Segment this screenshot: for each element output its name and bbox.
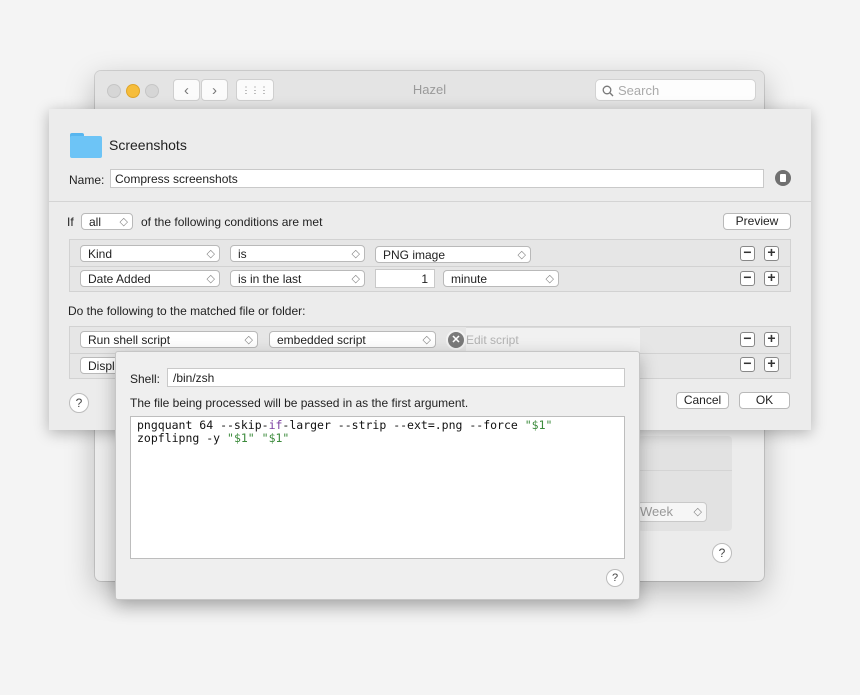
match-mode-value: all [89,215,102,229]
search-field[interactable]: Search [595,79,756,101]
conditions-text: of the following conditions are met [141,215,323,229]
script-type-value: embedded script [277,333,366,347]
chevron-updown-icon: ◇ [206,273,215,285]
action-value: Run shell script [88,333,171,347]
chevron-updown-icon: ◇ [351,248,360,260]
folder-title: Screenshots [109,137,187,153]
plus-icon: + [767,244,776,260]
minus-icon: − [743,269,752,285]
help-button[interactable]: ? [606,569,624,587]
condition-attribute-popup[interactable]: Date Added ◇ [80,270,220,287]
divider [49,201,811,202]
condition-value-popup[interactable]: PNG image ◇ [375,246,531,263]
add-action-button[interactable]: + [764,330,779,347]
condition-operator-popup[interactable]: is ◇ [230,245,365,262]
remove-condition-button[interactable]: − [740,269,755,286]
week-popup[interactable]: Week ◇ [637,502,707,522]
script-type-popup[interactable]: embedded script ◇ [269,331,436,348]
condition-operator-value: is [238,247,247,261]
condition-unit-popup[interactable]: minute ◇ [443,270,559,287]
plus-icon: + [767,330,776,346]
cancel-button[interactable]: Cancel [676,392,729,409]
condition-unit-value: minute [451,272,488,286]
chevron-updown-icon: ◇ [351,273,360,285]
minus-icon: − [743,244,752,260]
condition-operator-popup[interactable]: is in the last ◇ [230,270,365,287]
week-value: Week [640,504,673,519]
script-description: The file being processed will be passed … [130,396,469,410]
actions-label: Do the following to the matched file or … [68,304,306,318]
search-icon [602,85,614,97]
plus-icon: + [767,269,776,285]
search-placeholder: Search [618,83,660,98]
title-bar: ‹ › ⋮⋮⋮ Hazel Search [95,71,764,110]
minus-icon: − [743,330,752,346]
chevron-updown-icon: ◇ [545,273,554,285]
preview-button[interactable]: Preview [723,213,791,230]
help-button[interactable]: ? [712,543,732,563]
add-action-button[interactable]: + [764,355,779,372]
script-line: zopflipng -y "$1" "$1" [137,431,290,445]
condition-attribute-value: Date Added [88,272,151,286]
folder-icon [70,133,102,158]
chevron-updown-icon: ◇ [693,506,702,518]
chevron-updown-icon: ◇ [119,216,128,228]
condition-attribute-value: Kind [88,247,113,261]
divider [638,470,732,471]
script-editor-popover: Shell: /bin/zsh The file being processed… [115,351,640,600]
match-mode-popup[interactable]: all ◇ [81,213,133,230]
remove-action-button[interactable]: − [740,330,755,347]
minus-icon: − [743,355,752,371]
condition-attribute-popup[interactable]: Kind ◇ [80,245,220,262]
remove-condition-button[interactable]: − [740,244,755,261]
add-condition-button[interactable]: + [764,269,779,286]
help-icon: ? [611,572,619,584]
action-popup[interactable]: Run shell script ◇ [80,331,258,348]
script-editor[interactable]: pngquant 64 --skip-if-larger --strip --e… [130,416,625,559]
help-icon: ? [718,546,726,560]
chevron-updown-icon: ◇ [517,249,526,261]
add-condition-button[interactable]: + [764,244,779,261]
condition-operator-value: is in the last [238,272,302,286]
action-value: Displ [88,359,115,373]
edit-script-link[interactable]: Edit script [466,333,519,347]
shell-label: Shell: [130,372,161,386]
help-icon: ? [75,396,83,410]
condition-value: PNG image [383,248,446,262]
chevron-updown-icon: ◇ [422,334,431,346]
condition-number-field[interactable]: 1 [375,269,435,288]
remove-action-button[interactable]: − [740,355,755,372]
chevron-updown-icon: ◇ [244,334,253,346]
plus-icon: + [767,355,776,371]
shell-field[interactable]: /bin/zsh [167,368,625,387]
name-label: Name: [69,173,105,187]
notes-icon[interactable] [775,170,791,186]
rule-name-field[interactable]: Compress screenshots [110,169,764,188]
divider [70,266,790,267]
close-popover-icon[interactable]: ✕ [446,330,466,350]
chevron-updown-icon: ◇ [206,248,215,260]
if-label: If [67,215,74,229]
help-button[interactable]: ? [69,393,89,413]
ok-button[interactable]: OK [739,392,790,409]
